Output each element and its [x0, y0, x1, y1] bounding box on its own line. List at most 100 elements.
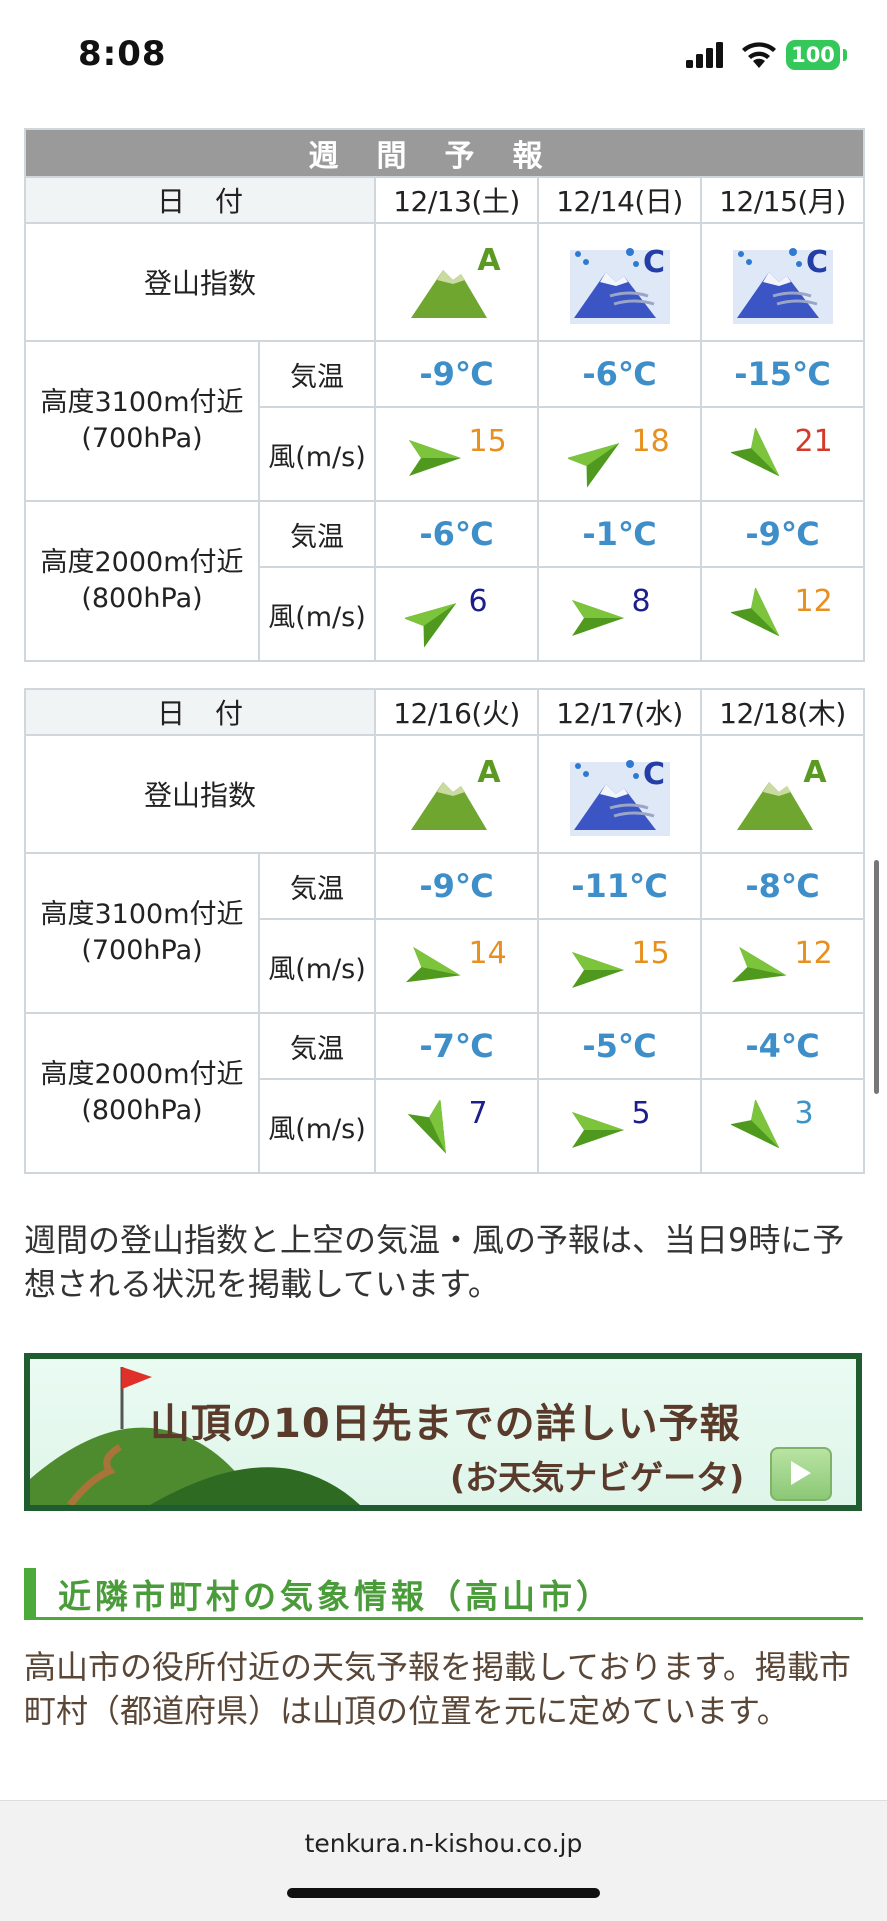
wind-speed-value: 7: [468, 1096, 488, 1131]
status-bar: 8:08 100: [0, 0, 887, 110]
wind-label: 風(m/s): [257, 918, 377, 1014]
temperature-2000: -4℃: [700, 1012, 866, 1080]
wind-direction-arrow-icon: [571, 1112, 624, 1148]
wind-2000-cell: 12: [699, 566, 866, 662]
wind-speed-value: 15: [468, 424, 507, 459]
date-cell: 12/17(水): [537, 688, 703, 736]
wind-indicator: 15: [377, 414, 537, 494]
temperature-3100: -9℃: [374, 852, 540, 920]
wind-2000-cell: 8: [537, 566, 702, 662]
temperature-3100: -8℃: [700, 852, 866, 920]
wind-direction-arrow-icon: [571, 952, 624, 988]
wind-3100-cell: 18: [537, 406, 702, 502]
weekly-forecast-title: 週間予報: [23, 128, 866, 178]
banner-subtitle: (お天気ナビゲータ): [450, 1458, 745, 1497]
svg-text:A: A: [477, 243, 501, 278]
temperature-2000: -5℃: [537, 1012, 703, 1080]
wind-indicator: 14: [377, 926, 537, 1006]
cellular-signal-icon: [686, 42, 723, 68]
wind-speed-value: 8: [631, 584, 651, 619]
svg-text:C: C: [642, 245, 664, 280]
wind-speed-value: 12: [794, 584, 833, 619]
wind-speed-value: 5: [631, 1096, 651, 1131]
url-text: tenkura.n-kishou.co.jp: [304, 1829, 583, 1858]
climbing-index-label: 登山指数: [23, 734, 377, 854]
wind-2000-cell: 6: [374, 566, 539, 662]
wind-direction-arrow-icon: [730, 588, 779, 637]
weekly-forecast-table-2: 日付 12/16(火) 12/17(水) 12/18(木) 登山指数 A C A…: [23, 688, 866, 1174]
climbing-index-cell: A: [700, 734, 866, 854]
climbing-index-cell: A: [374, 222, 539, 342]
wifi-icon: [742, 42, 776, 68]
wind-direction-arrow-icon: [407, 1100, 446, 1154]
date-cell: 12/13(土): [374, 176, 539, 224]
wind-speed-value: 12: [794, 936, 833, 971]
altitude-3100-label: 高度3100m付近 (700hPa): [24, 340, 260, 502]
wind-indicator: 12: [703, 926, 863, 1006]
altitude-3100-label: 高度3100m付近 (700hPa): [24, 852, 260, 1014]
wind-3100-cell: 15: [537, 918, 703, 1014]
wind-2000-cell: 7: [374, 1078, 540, 1174]
detailed-forecast-banner[interactable]: 山頂の10日先までの詳しい予報 (お天気ナビゲータ): [24, 1353, 862, 1511]
banner-title: 山頂の10日先までの詳しい予報: [150, 1401, 741, 1447]
status-time: 8:08: [78, 34, 167, 74]
svg-text:C: C: [805, 245, 827, 280]
climbing-index-label: 登山指数: [24, 222, 376, 342]
browser-address-bar[interactable]: tenkura.n-kishou.co.jp: [0, 1800, 887, 1921]
wind-indicator: 8: [540, 574, 700, 654]
climbing-index-cell: C: [699, 222, 866, 342]
altitude-2000-label: 高度2000m付近 (800hPa): [24, 1012, 260, 1174]
wind-speed-value: 18: [631, 424, 670, 459]
svg-text:A: A: [803, 755, 827, 790]
banner-go-button[interactable]: [770, 1447, 832, 1501]
altitude-2000-label: 高度2000m付近 (800hPa): [24, 500, 260, 662]
date-cell: 12/15(月): [699, 176, 866, 224]
wind-2000-cell: 5: [537, 1078, 703, 1174]
wind-3100-cell: 15: [374, 406, 539, 502]
date-cell: 12/16(火): [374, 688, 540, 736]
wind-3100-cell: 14: [374, 918, 540, 1014]
play-arrow-icon: [791, 1461, 811, 1485]
wind-2000-cell: 3: [700, 1078, 866, 1174]
nearby-municipality-heading: 近隣市町村の気象情報（高山市）: [24, 1568, 863, 1620]
wind-direction-arrow-icon: [571, 600, 624, 636]
wind-indicator: 18: [540, 414, 700, 494]
temperature-label: 気温: [258, 500, 376, 568]
climbing-index-A-icon: A: [736, 755, 827, 830]
temperature-3100: -11℃: [537, 852, 703, 920]
wind-indicator: 3: [703, 1086, 863, 1166]
battery-nub: [843, 49, 847, 61]
wind-direction-arrow-icon: [405, 946, 460, 983]
temperature-label: 気温: [257, 852, 377, 920]
wind-indicator: 21: [703, 414, 863, 494]
scrollbar[interactable]: [874, 860, 879, 1094]
weekly-forecast-note: 週間の登山指数と上空の気温・風の予報は、当日9時に予想される状況を掲載しています…: [24, 1221, 845, 1303]
wind-label: 風(m/s): [258, 406, 376, 502]
date-label: 日付: [24, 176, 376, 224]
climbing-index-cell: A: [374, 734, 540, 854]
svg-text:A: A: [477, 755, 501, 790]
temperature-3100: -9℃: [374, 340, 539, 408]
date-cell: 12/14(日): [537, 176, 702, 224]
home-indicator[interactable]: [287, 1888, 600, 1898]
temperature-2000: -6℃: [374, 500, 539, 568]
wind-speed-value: 6: [468, 584, 488, 619]
wind-speed-value: 3: [794, 1096, 814, 1131]
date-cell: 12/18(木): [700, 688, 866, 736]
temperature-label: 気温: [258, 340, 376, 408]
climbing-index-cell: C: [537, 734, 703, 854]
temperature-3100: -6℃: [537, 340, 702, 408]
wind-speed-value: 21: [794, 424, 833, 459]
wind-speed-value: 15: [631, 936, 670, 971]
climbing-index-cell: C: [537, 222, 702, 342]
wind-indicator: 12: [703, 574, 863, 654]
temperature-2000: -1℃: [537, 500, 702, 568]
temperature-2000: -9℃: [699, 500, 866, 568]
temperature-label: 気温: [257, 1012, 377, 1080]
wind-direction-arrow-icon: [567, 443, 619, 488]
wind-speed-value: 14: [468, 936, 507, 971]
wind-indicator: 7: [377, 1086, 537, 1166]
wind-label: 風(m/s): [258, 566, 376, 662]
wind-indicator: 5: [540, 1086, 700, 1166]
wind-direction-arrow-icon: [730, 428, 779, 477]
